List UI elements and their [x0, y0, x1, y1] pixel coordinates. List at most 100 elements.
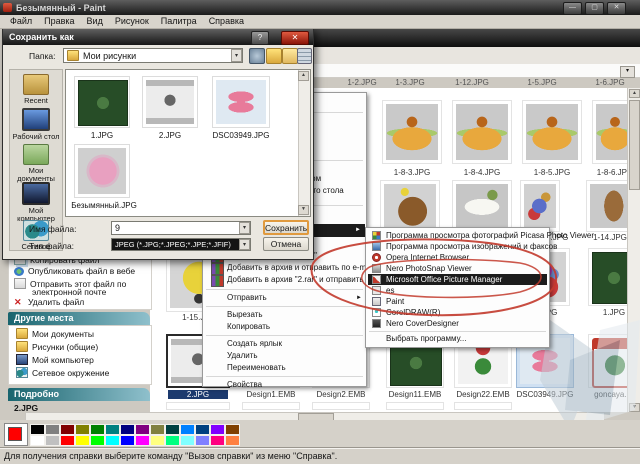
menu-item-copy[interactable]: Копировать: [227, 321, 270, 332]
palette-swatch[interactable]: [150, 424, 165, 435]
thumbnail[interactable]: [380, 180, 440, 232]
new-folder-icon[interactable]: [282, 48, 298, 64]
palette-swatch[interactable]: [120, 424, 135, 435]
menu-item-choose-program[interactable]: Выбрать программу...: [368, 333, 547, 344]
palette-swatch[interactable]: [225, 435, 240, 446]
menu-palette[interactable]: Палитра: [155, 15, 203, 28]
menu-item-ms-picture-manager[interactable]: Microsoft Office Picture Manager: [368, 274, 547, 285]
task-delete-file[interactable]: ✕ Удалить файл: [14, 297, 84, 307]
palette-swatch[interactable]: [165, 424, 180, 435]
menu-item-opera[interactable]: Opera Internet Browser: [368, 252, 547, 263]
file-label[interactable]: Безымянный.JPG: [66, 201, 142, 210]
thumbnail[interactable]: [74, 76, 130, 128]
up-folder-icon[interactable]: [266, 48, 282, 64]
menu-item-archive-email[interactable]: Добавить в архив и отправить по e-mail..…: [227, 262, 381, 273]
palette-swatch[interactable]: [90, 424, 105, 435]
palette-swatch[interactable]: [60, 435, 75, 446]
chevron-down-icon[interactable]: ▾: [231, 49, 242, 62]
back-icon[interactable]: [249, 48, 265, 64]
palette-swatch[interactable]: [120, 435, 135, 446]
file-label[interactable]: 1-3.JPG: [380, 78, 440, 87]
palette-swatch[interactable]: [195, 424, 210, 435]
minimize-button[interactable]: —: [563, 2, 582, 15]
palette-swatch[interactable]: [180, 435, 195, 446]
scroll-up-icon[interactable]: ▲: [629, 89, 640, 98]
menu-item-picasa[interactable]: Программа просмотра фотографий Picasa Ph…: [368, 230, 594, 241]
menu-item-image-fax-viewer[interactable]: Программа просмотра изображений и факсов: [368, 241, 557, 252]
thumbnail[interactable]: [522, 100, 582, 164]
other-places-header[interactable]: Другие места: [8, 312, 150, 325]
palette-swatch[interactable]: [90, 435, 105, 446]
place-recent[interactable]: Recent: [10, 74, 62, 105]
file-label[interactable]: Design2.EMB: [310, 390, 372, 399]
menu-item-send-to[interactable]: Отправить: [227, 292, 267, 303]
menu-item-delete[interactable]: Удалить: [227, 350, 258, 361]
menu-file[interactable]: Файл: [4, 15, 38, 28]
file-label[interactable]: 1-8-5.JPG: [522, 168, 582, 177]
menu-item-properties[interactable]: Свойства: [227, 379, 262, 390]
thumbnail[interactable]: [382, 100, 442, 164]
vertical-scrollbar-thumb[interactable]: [629, 100, 640, 190]
menu-item-es[interactable]: es: [368, 285, 547, 296]
file-list-scrollbar[interactable]: [298, 70, 310, 216]
file-label[interactable]: 2.JPG: [142, 131, 198, 140]
file-label[interactable]: 1.JPG: [74, 131, 130, 140]
close-button[interactable]: ✕: [607, 2, 626, 15]
menu-item-rename[interactable]: Переименовать: [227, 362, 286, 373]
thumbnail[interactable]: [452, 100, 512, 164]
thumbnail[interactable]: [142, 76, 198, 128]
palette-swatch[interactable]: [75, 435, 90, 446]
palette-swatch[interactable]: [30, 424, 45, 435]
file-label[interactable]: 1-12.JPG: [442, 78, 502, 87]
palette-swatch[interactable]: [105, 424, 120, 435]
thumbnail[interactable]: [74, 144, 130, 198]
scroll-up-icon[interactable]: ▲: [298, 71, 309, 81]
palette-swatch[interactable]: [60, 424, 75, 435]
paint-titlebar[interactable]: Безымянный - Paint: [0, 0, 640, 15]
menu-item-paint[interactable]: Paint: [368, 296, 547, 307]
help-button[interactable]: ?: [251, 31, 269, 45]
scroll-down-icon[interactable]: ▼: [298, 205, 309, 215]
file-label[interactable]: 1-8-4.JPG: [452, 168, 512, 177]
palette-swatch[interactable]: [135, 424, 150, 435]
palette-swatch[interactable]: [210, 435, 225, 446]
task-email-file-line2[interactable]: электронной почте: [32, 287, 106, 297]
palette-swatch[interactable]: [105, 435, 120, 446]
maximize-button[interactable]: ▢: [585, 2, 604, 15]
chevron-down-icon[interactable]: ▾: [239, 239, 250, 250]
task-publish-file[interactable]: Опубликовать файл в вебе: [14, 266, 135, 276]
folder-combobox[interactable]: Мои рисунки: [63, 48, 243, 63]
palette-swatch[interactable]: [225, 424, 240, 435]
place-network[interactable]: Сетевое окружение: [16, 367, 109, 378]
palette-swatch[interactable]: [45, 424, 60, 435]
palette-swatch[interactable]: [150, 435, 165, 446]
menu-item-coreldraw[interactable]: CorelDRAW(R): [368, 307, 547, 318]
file-label[interactable]: 1-6.JPG: [580, 78, 640, 87]
palette-swatch[interactable]: [180, 424, 195, 435]
menu-item-nero-coverdesigner[interactable]: Nero CoverDesigner: [368, 318, 547, 329]
cancel-button[interactable]: Отмена: [263, 237, 309, 251]
thumbnail[interactable]: [520, 180, 560, 232]
palette-swatch[interactable]: [165, 435, 180, 446]
menu-item-create-shortcut[interactable]: Создать ярлык: [227, 338, 282, 349]
palette-swatch[interactable]: [30, 435, 45, 446]
menu-item-cut[interactable]: Вырезать: [227, 309, 263, 320]
menu-help[interactable]: Справка: [203, 15, 250, 28]
file-label[interactable]: Design11.EMB: [384, 390, 446, 399]
menu-edit[interactable]: Правка: [38, 15, 80, 28]
filename-input[interactable]: 9: [111, 221, 251, 235]
menu-item-nero-photosnap[interactable]: Nero PhotoSnap Viewer: [368, 263, 547, 274]
file-label-selected[interactable]: 2.JPG: [168, 390, 228, 399]
views-icon[interactable]: [297, 48, 312, 64]
file-label[interactable]: Design1.EMB: [240, 390, 302, 399]
place-desktop[interactable]: Рабочий стол: [10, 108, 62, 141]
save-button[interactable]: Сохранить: [263, 220, 309, 235]
thumbnail[interactable]: [452, 180, 512, 232]
place-shared-pictures[interactable]: Рисунки (общие): [16, 341, 98, 352]
place-my-computer[interactable]: Мой компьютер: [16, 354, 94, 365]
menu-view[interactable]: Вид: [81, 15, 109, 28]
menu-image[interactable]: Рисунок: [109, 15, 155, 28]
chevron-down-icon[interactable]: ▾: [239, 222, 250, 234]
place-my-documents[interactable]: Мои документы: [10, 144, 62, 183]
details-header[interactable]: Подробно: [8, 388, 150, 401]
